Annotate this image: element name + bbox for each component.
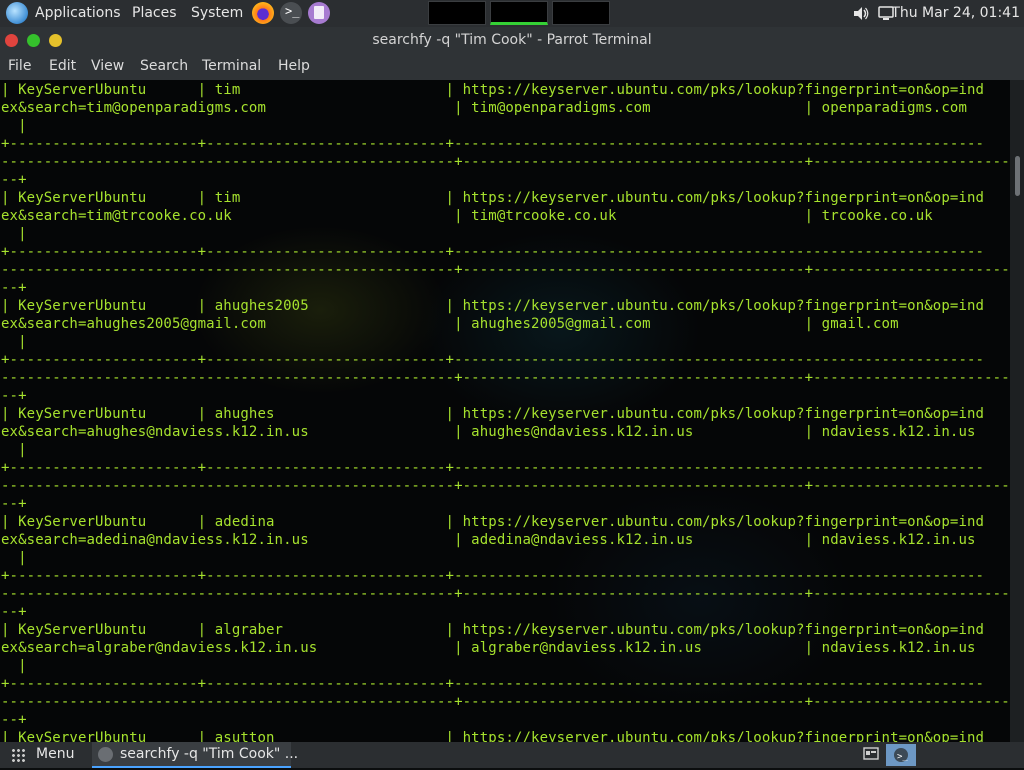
menu-view[interactable]: View xyxy=(91,58,124,74)
terminal-line: --+ xyxy=(1,712,27,728)
top-panel: Applications Places System >_ Thu Mar 24… xyxy=(0,0,1024,27)
terminal-line: | KeyServerUbuntu | tim | https://keyser… xyxy=(1,82,985,98)
terminal-output[interactable]: | KeyServerUbuntu | tim | https://keyser… xyxy=(0,80,1010,742)
terminal-line: | KeyServerUbuntu | tim | https://keyser… xyxy=(1,190,985,206)
terminal-line: ex&search=tim@trcooke.co.uk | tim@trcook… xyxy=(1,208,933,224)
terminal-line: --+ xyxy=(1,388,27,404)
menu-edit[interactable]: Edit xyxy=(49,58,76,74)
terminal-line: ex&search=ahughes2005@gmail.com | ahughe… xyxy=(1,316,899,332)
menu-help[interactable]: Help xyxy=(278,58,310,74)
terminal-task-icon xyxy=(98,747,113,762)
bottom-taskbar: Menu searchfy -q "Tim Cook" ... >_ xyxy=(0,742,1024,768)
workspace-1[interactable] xyxy=(428,1,486,25)
terminal-line: | xyxy=(1,118,27,134)
applications-menu[interactable]: Applications xyxy=(35,5,121,21)
terminal-line: +----------------------+----------------… xyxy=(1,136,985,152)
terminal-line: | KeyServerUbuntu | algraber | https://k… xyxy=(1,622,985,638)
terminal-line: ----------------------------------------… xyxy=(1,694,1010,710)
terminal-line: +----------------------+----------------… xyxy=(1,244,985,260)
menu-search[interactable]: Search xyxy=(140,58,188,74)
terminal-line: ----------------------------------------… xyxy=(1,154,1010,170)
menu-terminal[interactable]: Terminal xyxy=(202,58,261,74)
terminal-line: ----------------------------------------… xyxy=(1,478,1010,494)
terminal-line: +----------------------+----------------… xyxy=(1,352,985,368)
terminal-line: | xyxy=(1,442,27,458)
text-editor-icon[interactable] xyxy=(308,2,330,24)
volume-icon[interactable] xyxy=(853,6,869,21)
terminal-line: | KeyServerUbuntu | adedina | https://ke… xyxy=(1,514,985,530)
clock[interactable]: Thu Mar 24, 01:41 xyxy=(891,5,1020,21)
window-title-bar[interactable]: searchfy -q "Tim Cook" - Parrot Terminal xyxy=(0,27,1024,54)
system-menu[interactable]: System xyxy=(191,5,243,21)
terminal-text: | KeyServerUbuntu | tim | https://keyser… xyxy=(1,81,1010,742)
terminal-line: --+ xyxy=(1,604,27,620)
menu-bar: File Edit View Search Terminal Help xyxy=(0,54,1024,80)
terminal-line: ex&search=adedina@ndaviess.k12.in.us | a… xyxy=(1,532,976,548)
workspace-2[interactable] xyxy=(490,1,548,25)
scrollbar-thumb[interactable] xyxy=(1015,156,1020,196)
terminal-line: ex&search=ahughes@ndaviess.k12.in.us | a… xyxy=(1,424,976,440)
svg-text:>_: >_ xyxy=(897,752,908,762)
terminal-line: ----------------------------------------… xyxy=(1,262,1010,278)
window-title: searchfy -q "Tim Cook" - Parrot Terminal xyxy=(372,32,652,48)
workspace-3[interactable] xyxy=(552,1,610,25)
terminal-line: ----------------------------------------… xyxy=(1,370,1010,386)
terminal-scrollbar[interactable] xyxy=(1010,80,1024,742)
terminal-line: | xyxy=(1,658,27,674)
terminal-line: ex&search=algraber@ndaviess.k12.in.us | … xyxy=(1,640,976,656)
terminal-line: | KeyServerUbuntu | ahughes | https://ke… xyxy=(1,406,985,422)
places-menu[interactable]: Places xyxy=(132,5,177,21)
terminal-line: --+ xyxy=(1,280,27,296)
active-terminal-tray-icon[interactable]: >_ xyxy=(886,744,916,766)
terminal-line: | KeyServerUbuntu | ahughes2005 | https:… xyxy=(1,298,985,314)
terminal-line: ex&search=tim@openparadigms.com | tim@op… xyxy=(1,100,968,116)
terminal-line: +----------------------+----------------… xyxy=(1,568,985,584)
terminal-line: +----------------------+----------------… xyxy=(1,676,985,692)
terminal-line: +----------------------+----------------… xyxy=(1,460,985,476)
menu-file[interactable]: File xyxy=(8,58,31,74)
menu-grid-icon[interactable] xyxy=(11,748,25,762)
terminal-line: | xyxy=(1,226,27,242)
taskbar-terminal-window[interactable]: searchfy -q "Tim Cook" ... xyxy=(92,742,298,768)
terminal-line: --+ xyxy=(1,172,27,188)
terminal-line: ----------------------------------------… xyxy=(1,586,1010,602)
terminal-line: | xyxy=(1,550,27,566)
terminal-line: | KeyServerUbuntu | asutton | https://ke… xyxy=(1,730,985,742)
terminal-launcher-icon[interactable]: >_ xyxy=(280,2,302,24)
terminal-line: --+ xyxy=(1,496,27,512)
taskbar-window-label: searchfy -q "Tim Cook" ... xyxy=(120,746,299,762)
menu-button[interactable]: Menu xyxy=(36,746,74,762)
terminal-line: | xyxy=(1,334,27,350)
show-desktop-icon[interactable] xyxy=(856,744,886,766)
parrot-logo-icon[interactable] xyxy=(6,2,28,24)
firefox-icon[interactable] xyxy=(252,2,274,24)
